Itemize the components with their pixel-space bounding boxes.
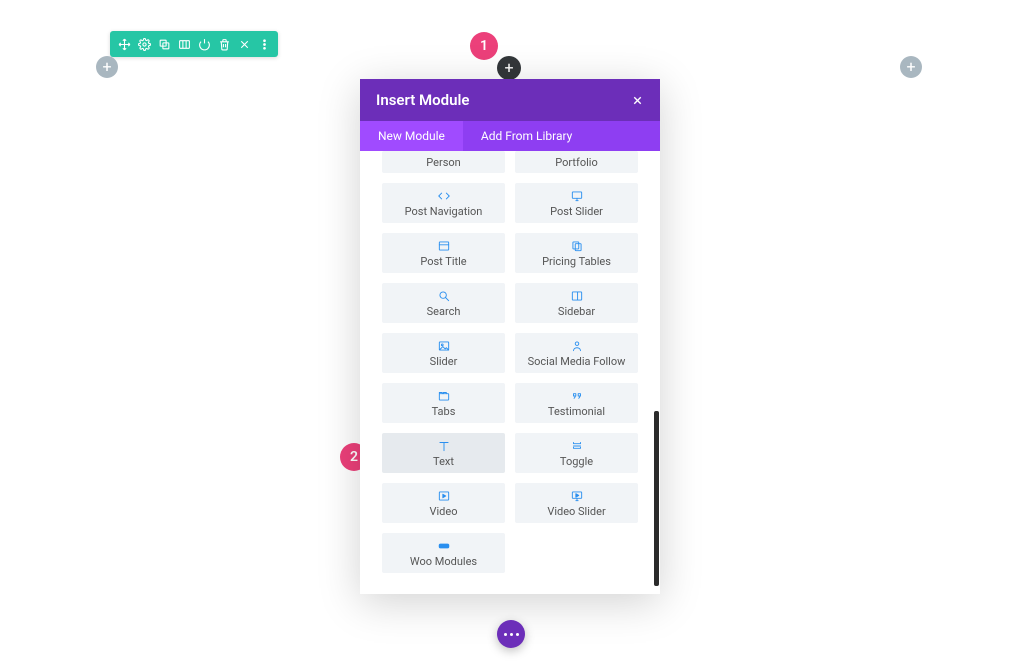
- module-label: Slider: [430, 355, 458, 368]
- stack-icon: [570, 239, 584, 253]
- move-icon[interactable]: [117, 37, 131, 51]
- user-icon: [570, 339, 584, 353]
- module-post-navigation[interactable]: Post Navigation: [382, 183, 505, 223]
- duplicate-icon[interactable]: [157, 37, 171, 51]
- module-label: Post Title: [420, 255, 466, 268]
- module-text[interactable]: Text: [382, 433, 505, 473]
- add-column-right-button[interactable]: +: [900, 56, 922, 78]
- section-toolbar: [110, 31, 278, 57]
- module-label: Pricing Tables: [542, 255, 611, 268]
- modal-tabs: New Module Add From Library: [360, 121, 660, 151]
- annotation-badge-1: 1: [470, 32, 498, 60]
- module-pricing-tables[interactable]: Pricing Tables: [515, 233, 638, 273]
- module-tabs[interactable]: Tabs: [382, 383, 505, 423]
- module-post-title[interactable]: Post Title: [382, 233, 505, 273]
- module-toggle[interactable]: Toggle: [515, 433, 638, 473]
- module-woo-modules[interactable]: Woo Modules: [382, 533, 505, 573]
- sidebar-icon: [570, 289, 584, 303]
- quote-icon: [570, 389, 584, 403]
- gear-icon[interactable]: [137, 37, 151, 51]
- module-label: Woo Modules: [410, 555, 477, 568]
- module-person[interactable]: Person: [382, 151, 505, 173]
- module-label: Video: [430, 505, 458, 518]
- module-label: Testimonial: [548, 405, 605, 418]
- modal-close-icon[interactable]: [631, 94, 644, 107]
- module-label: Person: [426, 156, 460, 169]
- module-social-media-follow[interactable]: Social Media Follow: [515, 333, 638, 373]
- text-icon: [437, 439, 451, 453]
- monitor-icon: [570, 189, 584, 203]
- more-icon: [504, 633, 519, 636]
- module-label: Toggle: [560, 455, 593, 468]
- module-label: Social Media Follow: [528, 355, 626, 368]
- module-search[interactable]: Search: [382, 283, 505, 323]
- module-video[interactable]: Video: [382, 483, 505, 523]
- more-icon[interactable]: [257, 37, 271, 51]
- module-label: Post Navigation: [405, 205, 483, 218]
- module-slider[interactable]: Slider: [382, 333, 505, 373]
- tab-new-module[interactable]: New Module: [360, 121, 463, 151]
- video-slider-icon: [570, 489, 584, 503]
- module-label: Tabs: [432, 405, 456, 418]
- add-module-button[interactable]: +: [497, 56, 521, 80]
- insert-module-modal: Insert Module New Module Add From Librar…: [360, 79, 660, 594]
- module-post-slider[interactable]: Post Slider: [515, 183, 638, 223]
- page-settings-fab[interactable]: [497, 620, 525, 648]
- code-icon: [437, 189, 451, 203]
- module-label: Sidebar: [558, 305, 595, 318]
- modal-body: Person Portfolio Post Navigation Post Sl…: [360, 151, 660, 594]
- power-icon[interactable]: [197, 37, 211, 51]
- columns-icon[interactable]: [177, 37, 191, 51]
- add-column-left-button[interactable]: +: [96, 56, 118, 78]
- modal-title: Insert Module: [376, 91, 469, 109]
- tabs-icon: [437, 389, 451, 403]
- search-icon: [437, 289, 451, 303]
- module-label: Search: [427, 305, 461, 318]
- module-sidebar[interactable]: Sidebar: [515, 283, 638, 323]
- module-label: Portfolio: [555, 156, 597, 169]
- module-list: Person Portfolio Post Navigation Post Sl…: [382, 151, 638, 582]
- tab-add-from-library[interactable]: Add From Library: [463, 121, 590, 151]
- toggle-icon: [570, 439, 584, 453]
- close-icon[interactable]: [237, 37, 251, 51]
- module-portfolio[interactable]: Portfolio: [515, 151, 638, 173]
- scrollbar-thumb[interactable]: [654, 411, 659, 586]
- image-icon: [437, 339, 451, 353]
- woo-icon: [437, 539, 451, 553]
- play-icon: [437, 489, 451, 503]
- layout-icon: [437, 239, 451, 253]
- trash-icon[interactable]: [217, 37, 231, 51]
- module-label: Text: [433, 455, 454, 468]
- module-label: Video Slider: [547, 505, 605, 518]
- modal-header: Insert Module: [360, 79, 660, 121]
- module-testimonial[interactable]: Testimonial: [515, 383, 638, 423]
- module-video-slider[interactable]: Video Slider: [515, 483, 638, 523]
- module-label: Post Slider: [550, 205, 603, 218]
